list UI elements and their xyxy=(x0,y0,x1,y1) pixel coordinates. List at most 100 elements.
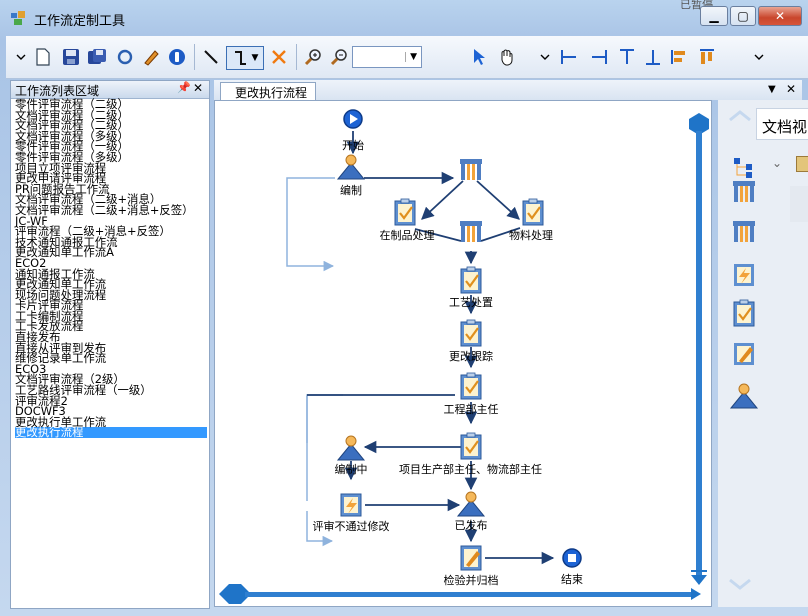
dropdown-arrow-icon: ▼ xyxy=(405,52,421,62)
pin-icon[interactable]: 📌 xyxy=(177,81,191,94)
pen-icon xyxy=(144,50,159,66)
select-pointer-button[interactable] xyxy=(468,46,490,68)
pan-hand-button[interactable] xyxy=(496,46,518,68)
action-tool-icon[interactable] xyxy=(734,264,754,286)
workflow-list-item[interactable]: 更改执行流程 xyxy=(15,427,207,438)
zoom-out-icon xyxy=(330,49,347,66)
node-compile[interactable]: 编制 xyxy=(337,154,365,197)
maximize-button[interactable]: ▢ xyxy=(730,6,756,26)
align-bottom-button[interactable] xyxy=(642,46,664,68)
properties-button[interactable] xyxy=(166,46,188,68)
node-change-tracking[interactable]: 更改跟踪 xyxy=(449,318,493,363)
node-label: 已发布 xyxy=(455,518,488,532)
pointer-icon xyxy=(474,49,485,65)
node-label: 在制品处理 xyxy=(380,229,435,242)
edit-pen-button[interactable] xyxy=(140,46,162,68)
hand-icon xyxy=(501,49,513,66)
same-height-icon xyxy=(700,49,714,64)
same-width-icon xyxy=(671,50,685,64)
toolbar-overflow-right-button[interactable] xyxy=(748,46,770,68)
node-compiling[interactable]: 编制中 xyxy=(335,435,368,476)
zoom-in-button[interactable] xyxy=(302,46,324,68)
panel-close-icon[interactable]: ✕ xyxy=(193,81,203,95)
node-label: 物料处理 xyxy=(509,228,553,242)
document-icon xyxy=(796,156,808,172)
align-right-button[interactable] xyxy=(588,46,610,68)
line-icon xyxy=(204,50,218,64)
save-as-icon xyxy=(88,49,106,64)
align-left-icon xyxy=(561,50,576,64)
diagram-canvas[interactable]: 开始 编制 在制品处理 物料处理 工艺处置 更改跟踪 工程部主任 项目生产部主任… xyxy=(214,100,712,607)
node-label: 更改跟踪 xyxy=(449,349,493,363)
node-process-handling[interactable]: 工艺处置 xyxy=(449,265,493,309)
node-label: 开始 xyxy=(342,138,364,152)
tree-tool-icon[interactable] xyxy=(734,158,752,178)
title-bar: 工作流定制工具 已暂停 ▁ ▢ ✕ xyxy=(0,0,808,34)
align-top-icon xyxy=(620,49,634,64)
zoom-out-button[interactable] xyxy=(328,46,350,68)
task-tool-icon[interactable] xyxy=(732,298,756,328)
new-button[interactable] xyxy=(32,46,54,68)
node-end[interactable]: 结束 xyxy=(561,548,583,586)
tab-change-execution-flow[interactable]: 更改执行流程 xyxy=(220,82,316,100)
document-view-label: 文档视 xyxy=(762,118,808,136)
node-label: 检验并归档 xyxy=(444,573,499,587)
new-file-icon xyxy=(36,48,50,66)
vertical-scrollbar[interactable] xyxy=(689,113,709,585)
edit-tool-icon[interactable] xyxy=(734,343,754,365)
tab-close-icon[interactable]: ✕ xyxy=(786,82,796,96)
delete-button[interactable] xyxy=(268,46,290,68)
chevron-down-icon[interactable]: ⌄ xyxy=(772,156,782,170)
fork-tool-icon[interactable] xyxy=(733,181,755,202)
app-icon xyxy=(11,11,25,25)
join-tool-icon[interactable] xyxy=(733,221,755,242)
align-right-icon xyxy=(592,50,607,64)
node-label: 编制中 xyxy=(335,462,368,476)
refresh-button[interactable] xyxy=(114,46,136,68)
line-tool-button[interactable] xyxy=(200,46,222,68)
side-placeholder xyxy=(790,186,808,222)
person-tool-icon[interactable] xyxy=(730,383,758,409)
close-icon: ✕ xyxy=(774,9,786,23)
close-button[interactable]: ✕ xyxy=(758,6,802,26)
node-verify-archive[interactable]: 检验并归档 xyxy=(444,545,499,587)
chevron-down-icon xyxy=(754,54,764,60)
align-overflow-button[interactable] xyxy=(534,46,556,68)
same-height-button[interactable] xyxy=(696,46,718,68)
node-label: 工程部主任 xyxy=(444,402,499,416)
node-in-process[interactable]: 在制品处理 xyxy=(380,197,435,242)
zoom-in-icon xyxy=(304,49,321,66)
node-review-fail[interactable]: 评审不通过修改 xyxy=(313,493,390,533)
tab-list-dropdown-icon[interactable]: ▼ xyxy=(768,84,776,95)
save-button[interactable] xyxy=(60,46,82,68)
node-label: 编制 xyxy=(340,183,362,197)
node-material[interactable]: 物料处理 xyxy=(509,197,553,242)
workflow-list: 零件评审流程（二级） 文档评审流程（二级） 文档评审流程（二级） 文档评审流程（多级）… xyxy=(15,99,207,438)
toolbar: ▼ ▼ xyxy=(6,36,808,79)
align-bottom-icon xyxy=(646,50,660,65)
node-join[interactable] xyxy=(460,221,482,242)
minimize-button[interactable]: ▁ xyxy=(700,6,728,26)
align-top-button[interactable] xyxy=(616,46,638,68)
node-released[interactable]: 已发布 xyxy=(455,491,488,532)
node-fork-top[interactable] xyxy=(460,159,482,180)
horizontal-scrollbar[interactable] xyxy=(219,584,701,604)
workflow-list-panel: 工作流列表区域 📌 ✕ 零件评审流程（二级） 文档评审流程（二级） 文档评审流程（二… xyxy=(10,80,210,609)
same-width-button[interactable] xyxy=(668,46,690,68)
align-left-button[interactable] xyxy=(558,46,580,68)
toolbar-overflow-button[interactable] xyxy=(10,46,32,68)
node-label: 项目生产部主任、物流部主任 xyxy=(399,462,542,476)
zoom-combobox[interactable]: ▼ xyxy=(352,46,422,68)
workflow-diagram: 开始 编制 在制品处理 物料处理 工艺处置 更改跟踪 工程部主任 项目生产部主任… xyxy=(219,109,709,604)
node-label: 结束 xyxy=(561,573,583,586)
tool-palette xyxy=(729,110,758,590)
save-icon xyxy=(63,49,79,65)
minimize-icon: ▁ xyxy=(709,9,719,23)
loop-connectors xyxy=(286,177,343,547)
info-icon xyxy=(169,49,185,65)
save-as-button[interactable] xyxy=(86,46,108,68)
node-project-heads[interactable]: 项目生产部主任、物流部主任 xyxy=(399,431,542,476)
connector-dropdown[interactable]: ▼ xyxy=(226,46,264,70)
app-window: 工作流定制工具 已暂停 ▁ ▢ ✕ ▼ ▼ 工作流列表区域 📌 ✕ 零件评审流程… xyxy=(0,0,808,616)
tool-palette-panel xyxy=(718,100,808,607)
